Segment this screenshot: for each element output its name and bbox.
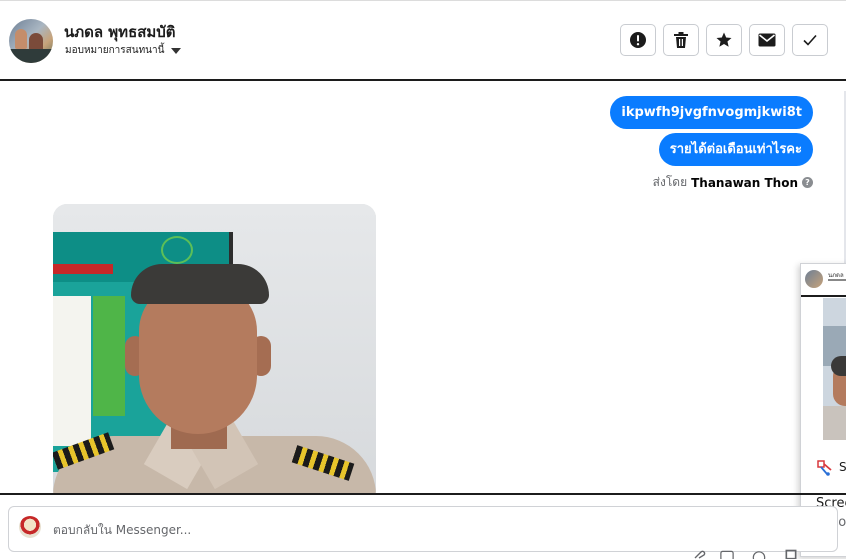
outgoing-message-bubble[interactable]: ikpwfh9jvgfnvogmjkwi8t xyxy=(610,96,813,129)
outgoing-message-bubble[interactable]: รายได้ต่อเดือนเท่าไรคะ xyxy=(658,133,813,166)
assign-conversation-dropdown[interactable]: มอบหมายการสนทนานี้ xyxy=(65,43,182,58)
image-icon[interactable] xyxy=(720,549,734,559)
sent-by-prefix: ส่งโดย xyxy=(652,175,688,189)
envelope-icon xyxy=(758,33,776,47)
trash-icon xyxy=(674,32,688,48)
panel-app-label: S xyxy=(839,460,846,474)
attachment-icon[interactable] xyxy=(692,549,706,559)
panel-photo-thumbnail[interactable] xyxy=(823,298,846,440)
header-top-divider xyxy=(0,0,846,1)
panel-subtitle-line xyxy=(828,279,846,281)
star-icon xyxy=(716,32,732,47)
delete-button[interactable] xyxy=(663,24,699,56)
composer-divider xyxy=(0,493,846,495)
contact-name[interactable]: นภดล พุทธสมบัติ xyxy=(64,20,176,44)
sender-name: Thanawan Thon xyxy=(691,175,798,190)
reply-input[interactable]: ตอบกลับใน Messenger... xyxy=(53,521,191,540)
help-icon[interactable]: ? xyxy=(802,177,813,188)
reply-composer[interactable]: ตอบกลับใน Messenger... xyxy=(8,506,838,552)
page-avatar xyxy=(19,516,41,538)
caret-down-icon xyxy=(171,47,182,54)
mark-done-button[interactable] xyxy=(792,24,828,56)
panel-divider xyxy=(801,295,846,297)
contact-avatar[interactable] xyxy=(9,19,53,63)
message-thread[interactable]: ikpwfh9jvgfnvogmjkwi8t รายได้ต่อเดือนเท่… xyxy=(0,83,846,494)
mark-unread-button[interactable] xyxy=(749,24,785,56)
panel-avatar xyxy=(805,270,823,288)
sent-by-label: ส่งโดย Thanawan Thon ? xyxy=(653,173,813,192)
check-icon xyxy=(803,34,817,46)
emoji-icon[interactable] xyxy=(752,549,766,559)
incoming-photo-attachment[interactable] xyxy=(53,204,376,494)
snip-icon[interactable] xyxy=(817,460,833,476)
assign-label: มอบหมายการสนทนานี้ xyxy=(65,45,165,56)
star-button[interactable] xyxy=(706,24,742,56)
more-options-icon[interactable] xyxy=(784,549,798,559)
exclamation-icon xyxy=(630,32,646,48)
conversation-header: นภดล พุทธสมบัติ มอบหมายการสนทนานี้ xyxy=(0,0,846,81)
mark-spam-button[interactable] xyxy=(620,24,656,56)
